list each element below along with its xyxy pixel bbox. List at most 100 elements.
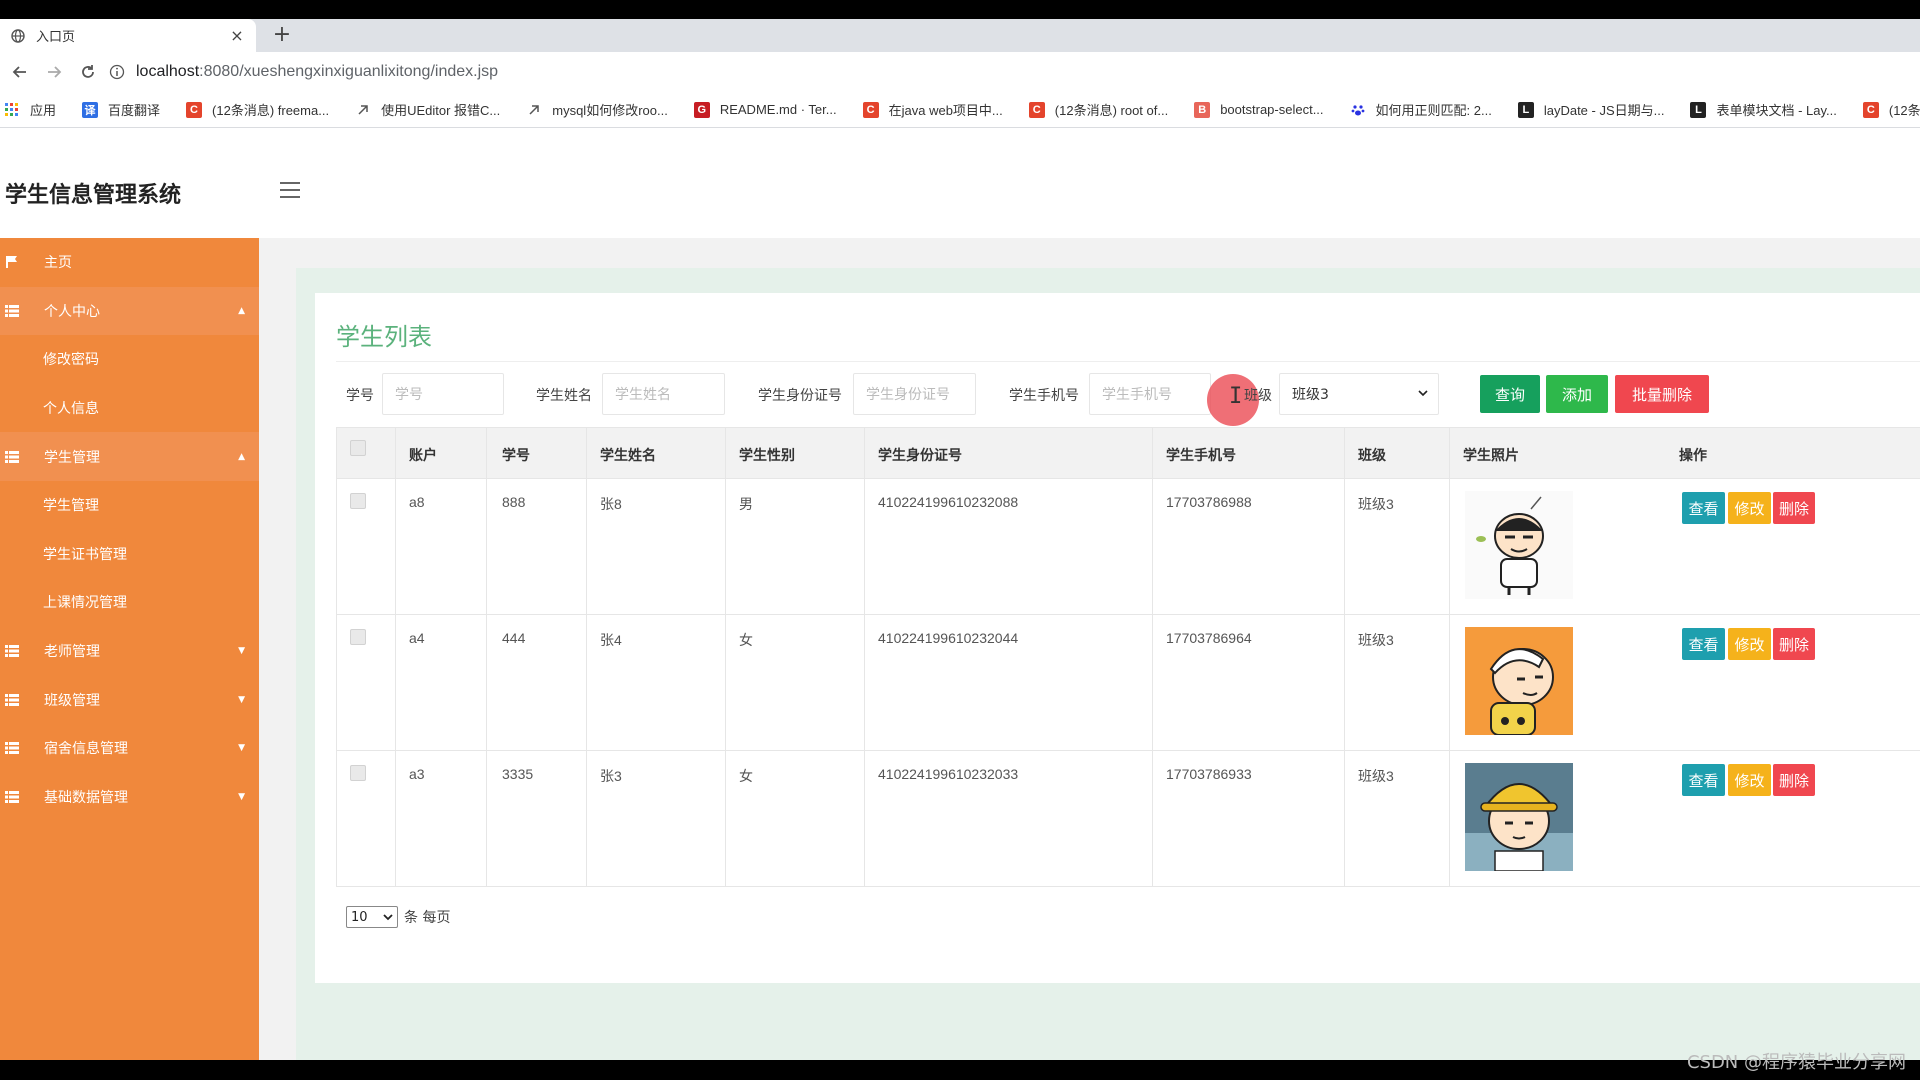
sidebar-item-label: 基础数据管理	[44, 789, 128, 806]
sidebar-item-top-11[interactable]: 基础数据管理 ▼	[0, 773, 259, 822]
table-row: a4 444 张4 女 410224199610232044 17703786964 班级3…	[337, 615, 1920, 751]
cell-class: 班级3	[1358, 496, 1394, 512]
reload-icon[interactable]	[74, 58, 102, 86]
bookmark-item[interactable]: Bbootstrap-select...	[1194, 101, 1324, 118]
edit-button[interactable]: 修改	[1728, 492, 1771, 524]
bookmark-item[interactable]: 使用UEditor 报错C...	[355, 100, 500, 119]
caret-up-icon: ▲	[238, 451, 245, 462]
bookmark-item[interactable]: L 表单模块文档 - Lay...	[1690, 100, 1837, 119]
cell-gender: 女	[739, 632, 753, 648]
sidebar-item-top-10[interactable]: 宿舍信息管理 ▼	[0, 724, 259, 773]
sidebar-item-sub-5[interactable]: 学生管理	[0, 481, 259, 530]
sidebar-item-top-8[interactable]: 老师管理 ▼	[0, 627, 259, 676]
new-tab-button[interactable]: +	[270, 23, 294, 47]
csdn-icon: C	[186, 101, 203, 118]
hamburger-menu-icon[interactable]	[280, 182, 300, 198]
column-divider	[1449, 428, 1450, 886]
sidebar-item-top-9[interactable]: 班级管理 ▼	[0, 675, 259, 724]
sidebar-item-sub-3[interactable]: 个人信息	[0, 384, 259, 433]
sidebar: 主页 个人中心 ▲ 修改密码 个人信息 学生管理 ▲ 学生管理 学生证书管理 上课情况管理 老师管理…	[0, 238, 259, 1060]
column-divider	[864, 428, 865, 886]
column-divider	[1152, 428, 1153, 886]
edit-button[interactable]: 修改	[1728, 764, 1771, 796]
bookmark-item[interactable]: C (12条消息) root of...	[1028, 100, 1168, 119]
bookmark-item[interactable]: C 在java web项目中...	[862, 100, 1003, 119]
row-checkbox[interactable]	[350, 765, 366, 781]
sidebar-item-group-4[interactable]: 学生管理 ▲	[0, 432, 259, 481]
sidebar-item-label: 主页	[44, 255, 72, 272]
bookmark-item[interactable]: mysql如何修改roo...	[526, 100, 668, 119]
bookmark-label: 在java web项目中...	[888, 103, 1003, 118]
select-all-checkbox[interactable]	[350, 440, 366, 456]
table-row: a3 3335 张3 女 410224199610232033 17703786933 班级…	[337, 751, 1920, 887]
class-select[interactable]: 班级3	[1279, 373, 1439, 415]
forward-arrow-icon[interactable]	[40, 58, 68, 86]
caret-down-icon: ▼	[238, 646, 245, 657]
page-size-value: 10	[351, 909, 368, 925]
caret-down-icon: ▼	[238, 743, 245, 754]
xuehao-input[interactable]: 学号	[382, 373, 504, 415]
add-button[interactable]: 添加	[1546, 375, 1608, 413]
sidebar-item-label: 个人中心	[44, 303, 100, 320]
bookmark-item[interactable]: 如何用正则匹配: 2...	[1350, 100, 1492, 119]
sidebar-item-sub-2[interactable]: 修改密码	[0, 335, 259, 384]
bookmark-item[interactable]: 应用	[4, 100, 56, 119]
cell-idcard: 410224199610232033	[878, 766, 1019, 782]
search-button[interactable]: 查询	[1480, 375, 1540, 413]
sidebar-item-label: 个人信息	[43, 401, 99, 418]
text-cursor-icon: I	[1229, 384, 1243, 409]
sidebar-item-sub-6[interactable]: 学生证书管理	[0, 530, 259, 579]
edit-button[interactable]: 修改	[1728, 628, 1771, 660]
sidebar-item-top-0[interactable]: 主页	[0, 238, 259, 287]
row-checkbox[interactable]	[350, 493, 366, 509]
table-header: 账户 学号 学生姓名 学生性别 学生身份证号 学生手机号 班级 学生照片 操作	[337, 428, 1920, 479]
grid-icon	[4, 450, 20, 464]
sidebar-item-label: 学生管理	[44, 449, 100, 466]
cell-xuehao: 888	[502, 494, 526, 510]
view-button[interactable]: 查看	[1682, 628, 1725, 660]
sidebar-item-sub-7[interactable]: 上课情况管理	[0, 578, 259, 627]
column-divider	[586, 428, 587, 886]
bookmark-label: 表单模块文档 - Lay...	[1716, 103, 1837, 118]
address-bar[interactable]: localhost:8080/xueshengxinxiguanlixitong…	[108, 57, 1920, 87]
column-divider	[725, 428, 726, 886]
student-list-panel: 学生列表 学号 学号 学生姓名 学生姓名 学生身份证号 学生身份证号 学生手机号…	[315, 293, 1920, 983]
delete-button[interactable]: 删除	[1773, 628, 1815, 660]
browser-toolbar: localhost:8080/xueshengxinxiguanlixitong…	[0, 52, 1920, 92]
batch-delete-button[interactable]: 批量删除	[1615, 375, 1709, 413]
page-size-select[interactable]: 10	[346, 906, 398, 928]
cell-account: a8	[409, 494, 425, 510]
view-button[interactable]: 查看	[1682, 492, 1725, 524]
caret-down-icon: ▼	[238, 791, 245, 802]
phone-input[interactable]: 学生手机号	[1089, 373, 1211, 415]
close-tab-icon[interactable]: ×	[228, 26, 246, 45]
row-checkbox[interactable]	[350, 629, 366, 645]
cell-gender: 男	[739, 496, 753, 512]
bookmark-item[interactable]: LlayDate - JS日期与...	[1517, 100, 1664, 119]
delete-button[interactable]: 删除	[1773, 764, 1815, 796]
bookmark-item[interactable]: C (12条消息) freema...	[186, 100, 329, 119]
cell-name: 张3	[600, 768, 622, 784]
grid-icon	[4, 304, 20, 318]
bookmark-item[interactable]: G README.md · Ter...	[693, 101, 837, 118]
bookmark-item[interactable]: 译百度翻译	[82, 100, 160, 119]
chevron-down-icon	[1418, 390, 1428, 397]
bookmark-item[interactable]: C (12条消息	[1862, 100, 1920, 119]
info-icon[interactable]	[108, 63, 126, 81]
back-arrow-icon[interactable]	[6, 58, 34, 86]
phone-label: 学生手机号	[1009, 388, 1079, 404]
delete-button[interactable]: 删除	[1773, 492, 1815, 524]
name-input[interactable]: 学生姓名	[602, 373, 725, 415]
screen-frame: 入口页 × + localhost:8080/xueshengxinxiguan…	[0, 0, 1920, 1080]
column-header: 班级	[1358, 448, 1386, 464]
column-header: 学生手机号	[1166, 448, 1236, 464]
sidebar-item-group-1[interactable]: 个人中心 ▲	[0, 286, 259, 336]
cell-phone: 17703786988	[1166, 494, 1252, 510]
idcard-input[interactable]: 学生身份证号	[853, 373, 976, 415]
browser-tab[interactable]: 入口页 ×	[0, 19, 256, 52]
cell-idcard: 410224199610232088	[878, 494, 1019, 510]
idcard-label: 学生身份证号	[758, 388, 842, 404]
caret-up-icon: ▲	[238, 305, 245, 316]
view-button[interactable]: 查看	[1682, 764, 1725, 796]
watermark: CSDN @程序猿毕业分享网	[1686, 1052, 1906, 1073]
